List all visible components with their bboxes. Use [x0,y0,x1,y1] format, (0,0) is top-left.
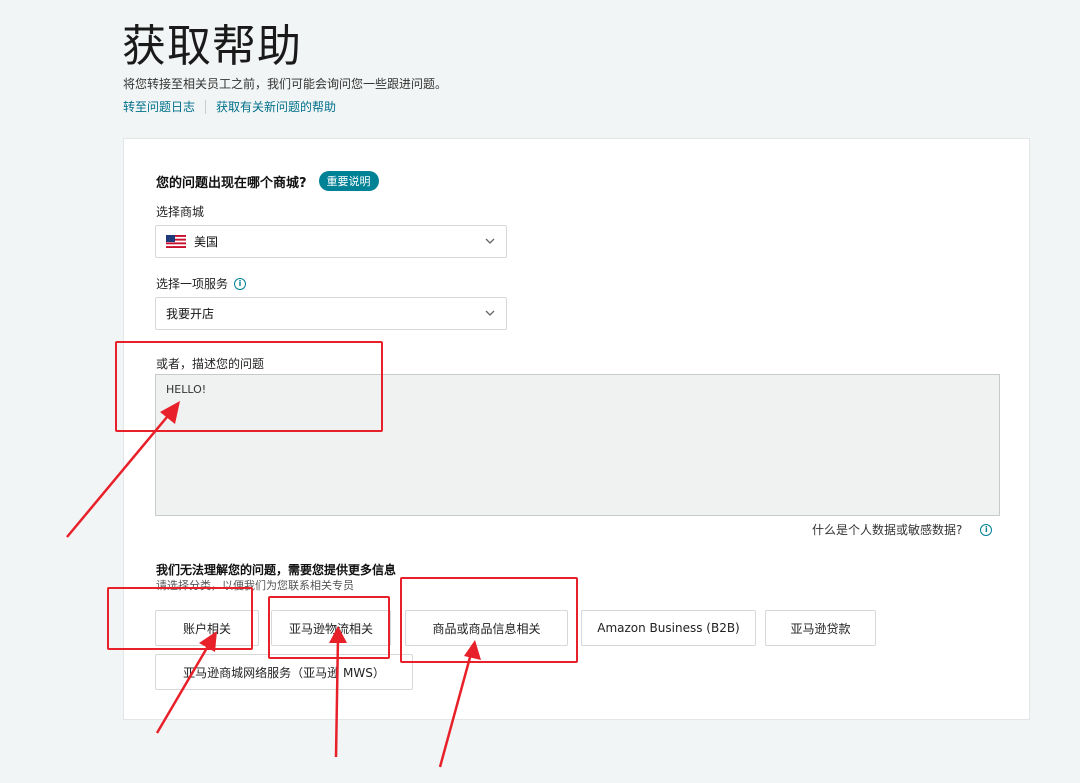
more-info-title: 我们无法理解您的问题，需要您提供更多信息 [156,563,397,577]
service-select[interactable]: 我要开店 [155,297,507,330]
marketplace-question-text: 您的问题出现在哪个商城? [156,175,307,191]
service-label-text: 选择一项服务 [156,277,229,291]
case-log-link[interactable]: 转至问题日志 [123,98,195,115]
info-icon[interactable]: i [234,277,247,290]
header-links: 转至问题日志 获取有关新问题的帮助 [123,98,336,115]
category-account-button[interactable]: 账户相关 [155,610,259,646]
category-lending-button[interactable]: 亚马逊贷款 [765,610,876,646]
us-flag-icon [166,235,186,248]
category-fba-button[interactable]: 亚马逊物流相关 [271,610,391,646]
chevron-down-icon [485,238,495,244]
category-listing-button[interactable]: 商品或商品信息相关 [405,610,568,646]
link-divider [205,99,207,114]
category-mws-button[interactable]: 亚马逊商城网络服务（亚马逊 MWS） [155,654,413,690]
marketplace-value: 美国 [194,235,219,249]
sensitive-data-link[interactable]: 什么是个人数据或敏感数据? i [812,521,993,538]
info-icon[interactable]: i [980,523,993,536]
new-issue-help-link[interactable]: 获取有关新问题的帮助 [216,98,336,115]
marketplace-select[interactable]: 美国 [155,225,507,258]
sensitive-data-text[interactable]: 什么是个人数据或敏感数据? [812,521,962,538]
describe-issue-textarea[interactable]: HELLO! [155,374,1000,516]
describe-label: 或者，描述您的问题 [156,357,265,371]
page-title: 获取帮助 [122,21,302,72]
marketplace-label: 选择商城 [156,205,205,219]
important-note-button[interactable]: 重要说明 [318,171,379,191]
marketplace-question: 您的问题出现在哪个商城? 重要说明 [156,171,379,191]
page-subtitle: 将您转接至相关员工之前，我们可能会询问您一些跟进问题。 [123,77,448,91]
service-label: 选择一项服务 i [156,275,247,292]
more-info-hint: 请选择分类，以便我们为您联系相关专员 [156,579,354,592]
category-b2b-button[interactable]: Amazon Business (B2B) [581,610,756,646]
chevron-down-icon [485,310,495,316]
help-form-card: 您的问题出现在哪个商城? 重要说明 选择商城 美国 选择一项服务 i 我要开店 … [123,138,1030,720]
service-value: 我要开店 [166,307,215,321]
